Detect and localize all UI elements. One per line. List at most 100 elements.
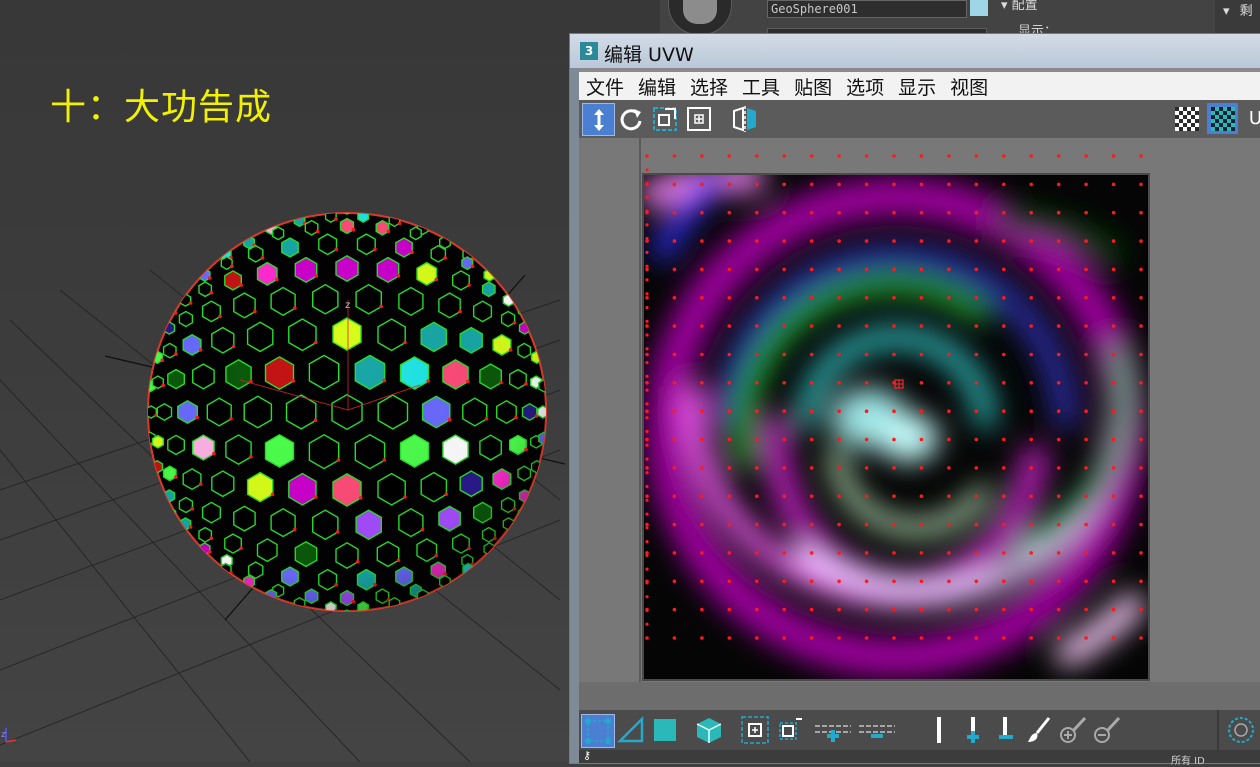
uvw-titlebar[interactable]: 3 编辑 UVW [570,34,1260,68]
uv-vertex [727,579,732,584]
move-icon [593,108,604,131]
select-by-element-uv-toggle[interactable] [923,714,955,746]
uv-vertex [645,168,649,172]
menu-edit[interactable]: 编辑 [631,73,683,100]
mesh-vertex [188,540,192,545]
scale-button[interactable] [649,103,680,134]
uv-vertex [864,352,869,357]
u-axis-button[interactable]: U [1240,103,1260,134]
move-button[interactable] [582,103,615,136]
uv-vertex [892,522,896,527]
face-select-button[interactable] [649,714,681,746]
uv-vertex [919,522,924,527]
uv-vertex [672,409,677,414]
shrink-select-button[interactable] [773,714,805,746]
checker-square [1226,118,1231,123]
uv-vertex [1084,352,1088,357]
checker-square [1178,126,1183,131]
rotate-button[interactable] [615,103,646,134]
ring-button[interactable] [857,714,897,746]
uv-vertex [755,607,759,612]
soft-select-button[interactable] [1225,714,1257,746]
paint-select-add-button[interactable] [1057,714,1089,746]
hex-face [237,226,250,241]
uv-vertex [727,324,732,328]
uv-vertex [837,409,841,414]
uv-vertex [1002,239,1006,243]
uv-vertex [809,324,814,328]
paint-select-subtract-button[interactable] [1091,714,1123,746]
checker-square [1190,114,1195,119]
object-color-swatch[interactable] [970,0,988,16]
uv-vertex [1029,210,1033,215]
menu-view[interactable]: 视图 [943,73,995,100]
uv-vertex [837,210,841,215]
menu-mapping[interactable]: 贴图 [787,73,839,100]
uv-vertex [892,466,896,470]
uv-vertex [947,466,951,470]
paint-select-button[interactable] [1023,714,1055,746]
object-name-field[interactable]: GeoSphere001 [767,0,967,18]
menu-select[interactable]: 选择 [683,73,735,100]
menu-display[interactable]: 显示 [891,73,943,100]
uv-canvas-scroll-strip[interactable] [579,682,1260,710]
uv-vertex [809,239,814,243]
uv-edit-canvas[interactable] [579,138,1260,712]
uv-vertex [727,607,732,612]
uv-vertex [947,352,951,357]
checker-square [1222,110,1227,115]
uv-vertex [1139,381,1143,385]
edit-uvw-window[interactable]: 3 编辑 UVW 文件 编辑 选择 工具 贴图 选项 显示 视图 U ⚷ 所有 … [569,33,1260,767]
add-vertex-button[interactable] [957,714,989,746]
uv-vertex [1139,154,1143,158]
uvw-status-bar: ⚷ 所有 ID [579,750,1260,767]
menu-file[interactable]: 文件 [579,73,631,100]
uv-vertex [919,267,924,272]
uv-vertex [1029,239,1033,243]
uv-vertex [947,579,951,584]
remove-vertex-button[interactable] [989,714,1021,746]
uv-vertex [1111,182,1116,187]
uv-vertex [645,567,649,571]
material-id-filter[interactable]: 所有 ID [1171,752,1205,767]
checker-teal-button[interactable] [1207,103,1238,134]
vertex-select-button[interactable] [581,714,615,748]
uv-vertex [947,522,951,527]
loop-button[interactable] [813,714,853,746]
freeform-button[interactable] [683,103,714,134]
uv-vertex [947,296,951,300]
checker-square [1190,110,1195,115]
uv-vertex [645,195,649,199]
checker-square [1190,126,1195,131]
vertex-select-icon [585,718,611,744]
uv-vertex [755,437,759,442]
checker-square [1226,126,1231,131]
edge-select-button[interactable] [615,714,647,746]
grow-select-button[interactable] [739,714,771,746]
uv-vertex [1084,381,1088,385]
mirror-button[interactable] [729,103,760,134]
uv-vertex [755,239,759,243]
uv-vertex [809,296,814,300]
menu-tools[interactable]: 工具 [735,73,787,100]
rollout-right-header[interactable]: ▾ 剩 [1215,0,1260,34]
checker-square [1190,106,1195,111]
checker-square [1190,118,1195,123]
uv-vertex [645,409,649,414]
uv-vertex [755,522,759,527]
menu-options[interactable]: 选项 [839,73,891,100]
uv-vertex [672,324,677,328]
uv-vertex [645,540,649,544]
uv-vertex [645,250,649,254]
uv-vertex [974,352,979,357]
checker-pattern-button[interactable] [1171,103,1202,134]
mesh-vertex [380,617,384,621]
element-select-button[interactable] [693,714,725,746]
uv-vertex [974,579,979,584]
uv-vertex [645,209,649,213]
checker-square [1230,110,1235,115]
checker-square [1178,106,1183,111]
checker-square [1222,118,1227,123]
rollout-header[interactable]: ▾ 配置 [997,0,1206,14]
checker-square [1194,122,1199,127]
